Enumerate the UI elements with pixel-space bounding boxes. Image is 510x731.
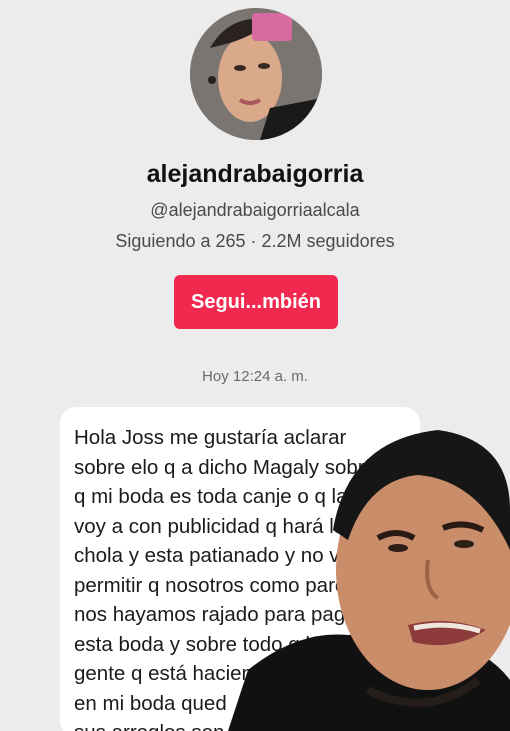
profile-avatar[interactable] bbox=[190, 8, 322, 140]
profile-username: alejandrabaigorria bbox=[146, 160, 364, 188]
presenter-overlay-image bbox=[228, 420, 510, 731]
profile-stats: Siguiendo a 265 · 2.2M seguidores bbox=[115, 231, 395, 251]
profile-handle: @alejandrabaigorriaalcala bbox=[150, 200, 360, 220]
follow-back-button[interactable]: Segui...mbién bbox=[174, 275, 338, 329]
message-timestamp: Hoy 12:24 a. m. bbox=[202, 368, 308, 385]
